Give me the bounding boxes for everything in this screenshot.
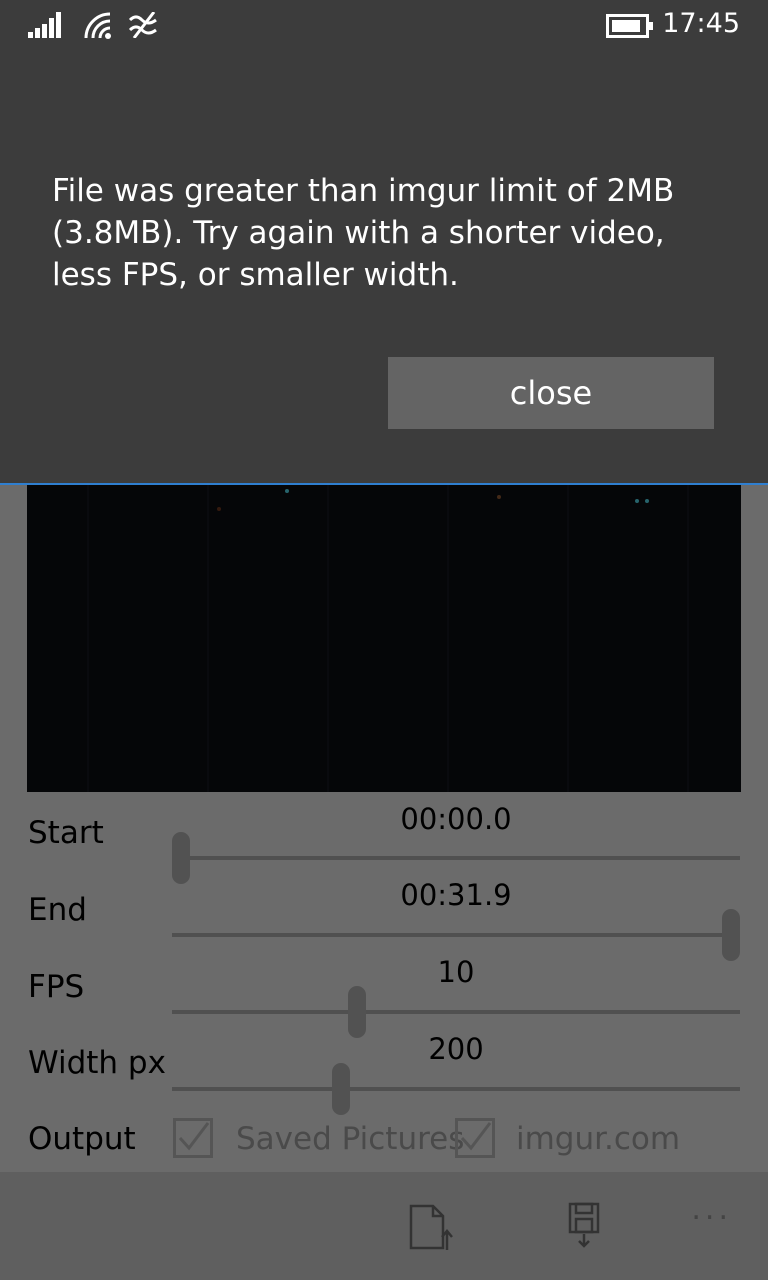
- data-sense-icon: [128, 11, 160, 42]
- width-slider-thumb[interactable]: [331, 1063, 350, 1115]
- start-label: Start: [28, 815, 104, 851]
- width-slider[interactable]: [172, 1087, 740, 1091]
- checkmark-icon: [178, 1122, 210, 1151]
- signal-icon: [28, 12, 62, 42]
- save-icon[interactable]: [568, 1202, 602, 1252]
- app-bar: ...: [0, 1172, 768, 1280]
- imgur-checkbox[interactable]: [455, 1118, 495, 1158]
- dialog-message: File was greater than imgur limit of 2MB…: [52, 173, 675, 293]
- status-bar: 17:45: [0, 0, 768, 50]
- fps-slider[interactable]: [172, 1010, 740, 1014]
- more-icon[interactable]: ...: [691, 1192, 732, 1227]
- video-preview: [27, 485, 741, 792]
- fps-value: 10: [437, 955, 475, 989]
- width-value: 200: [428, 1032, 484, 1066]
- clock: 17:45: [662, 8, 740, 39]
- end-value: 00:31.9: [400, 878, 512, 912]
- fps-slider-thumb[interactable]: [348, 986, 366, 1038]
- checkmark-icon: [460, 1122, 492, 1151]
- imgur-label: imgur.com: [516, 1121, 681, 1157]
- end-label: End: [28, 892, 87, 928]
- saved-pictures-checkbox[interactable]: [173, 1118, 213, 1158]
- close-button[interactable]: close: [388, 357, 714, 429]
- output-label: Output: [28, 1121, 136, 1157]
- error-dialog: File was greater than imgur limit of 2MB…: [0, 0, 768, 485]
- upload-file-icon[interactable]: [409, 1204, 455, 1256]
- start-slider[interactable]: [172, 856, 740, 860]
- end-slider[interactable]: [172, 933, 740, 937]
- width-label: Width px: [28, 1045, 166, 1081]
- start-value: 00:00.0: [400, 802, 512, 836]
- start-slider-thumb[interactable]: [172, 832, 190, 884]
- wifi-icon: [84, 12, 114, 44]
- saved-pictures-label: Saved Pictures: [236, 1121, 465, 1157]
- battery-icon: [606, 14, 654, 42]
- end-slider-thumb[interactable]: [722, 909, 740, 961]
- fps-label: FPS: [28, 969, 85, 1005]
